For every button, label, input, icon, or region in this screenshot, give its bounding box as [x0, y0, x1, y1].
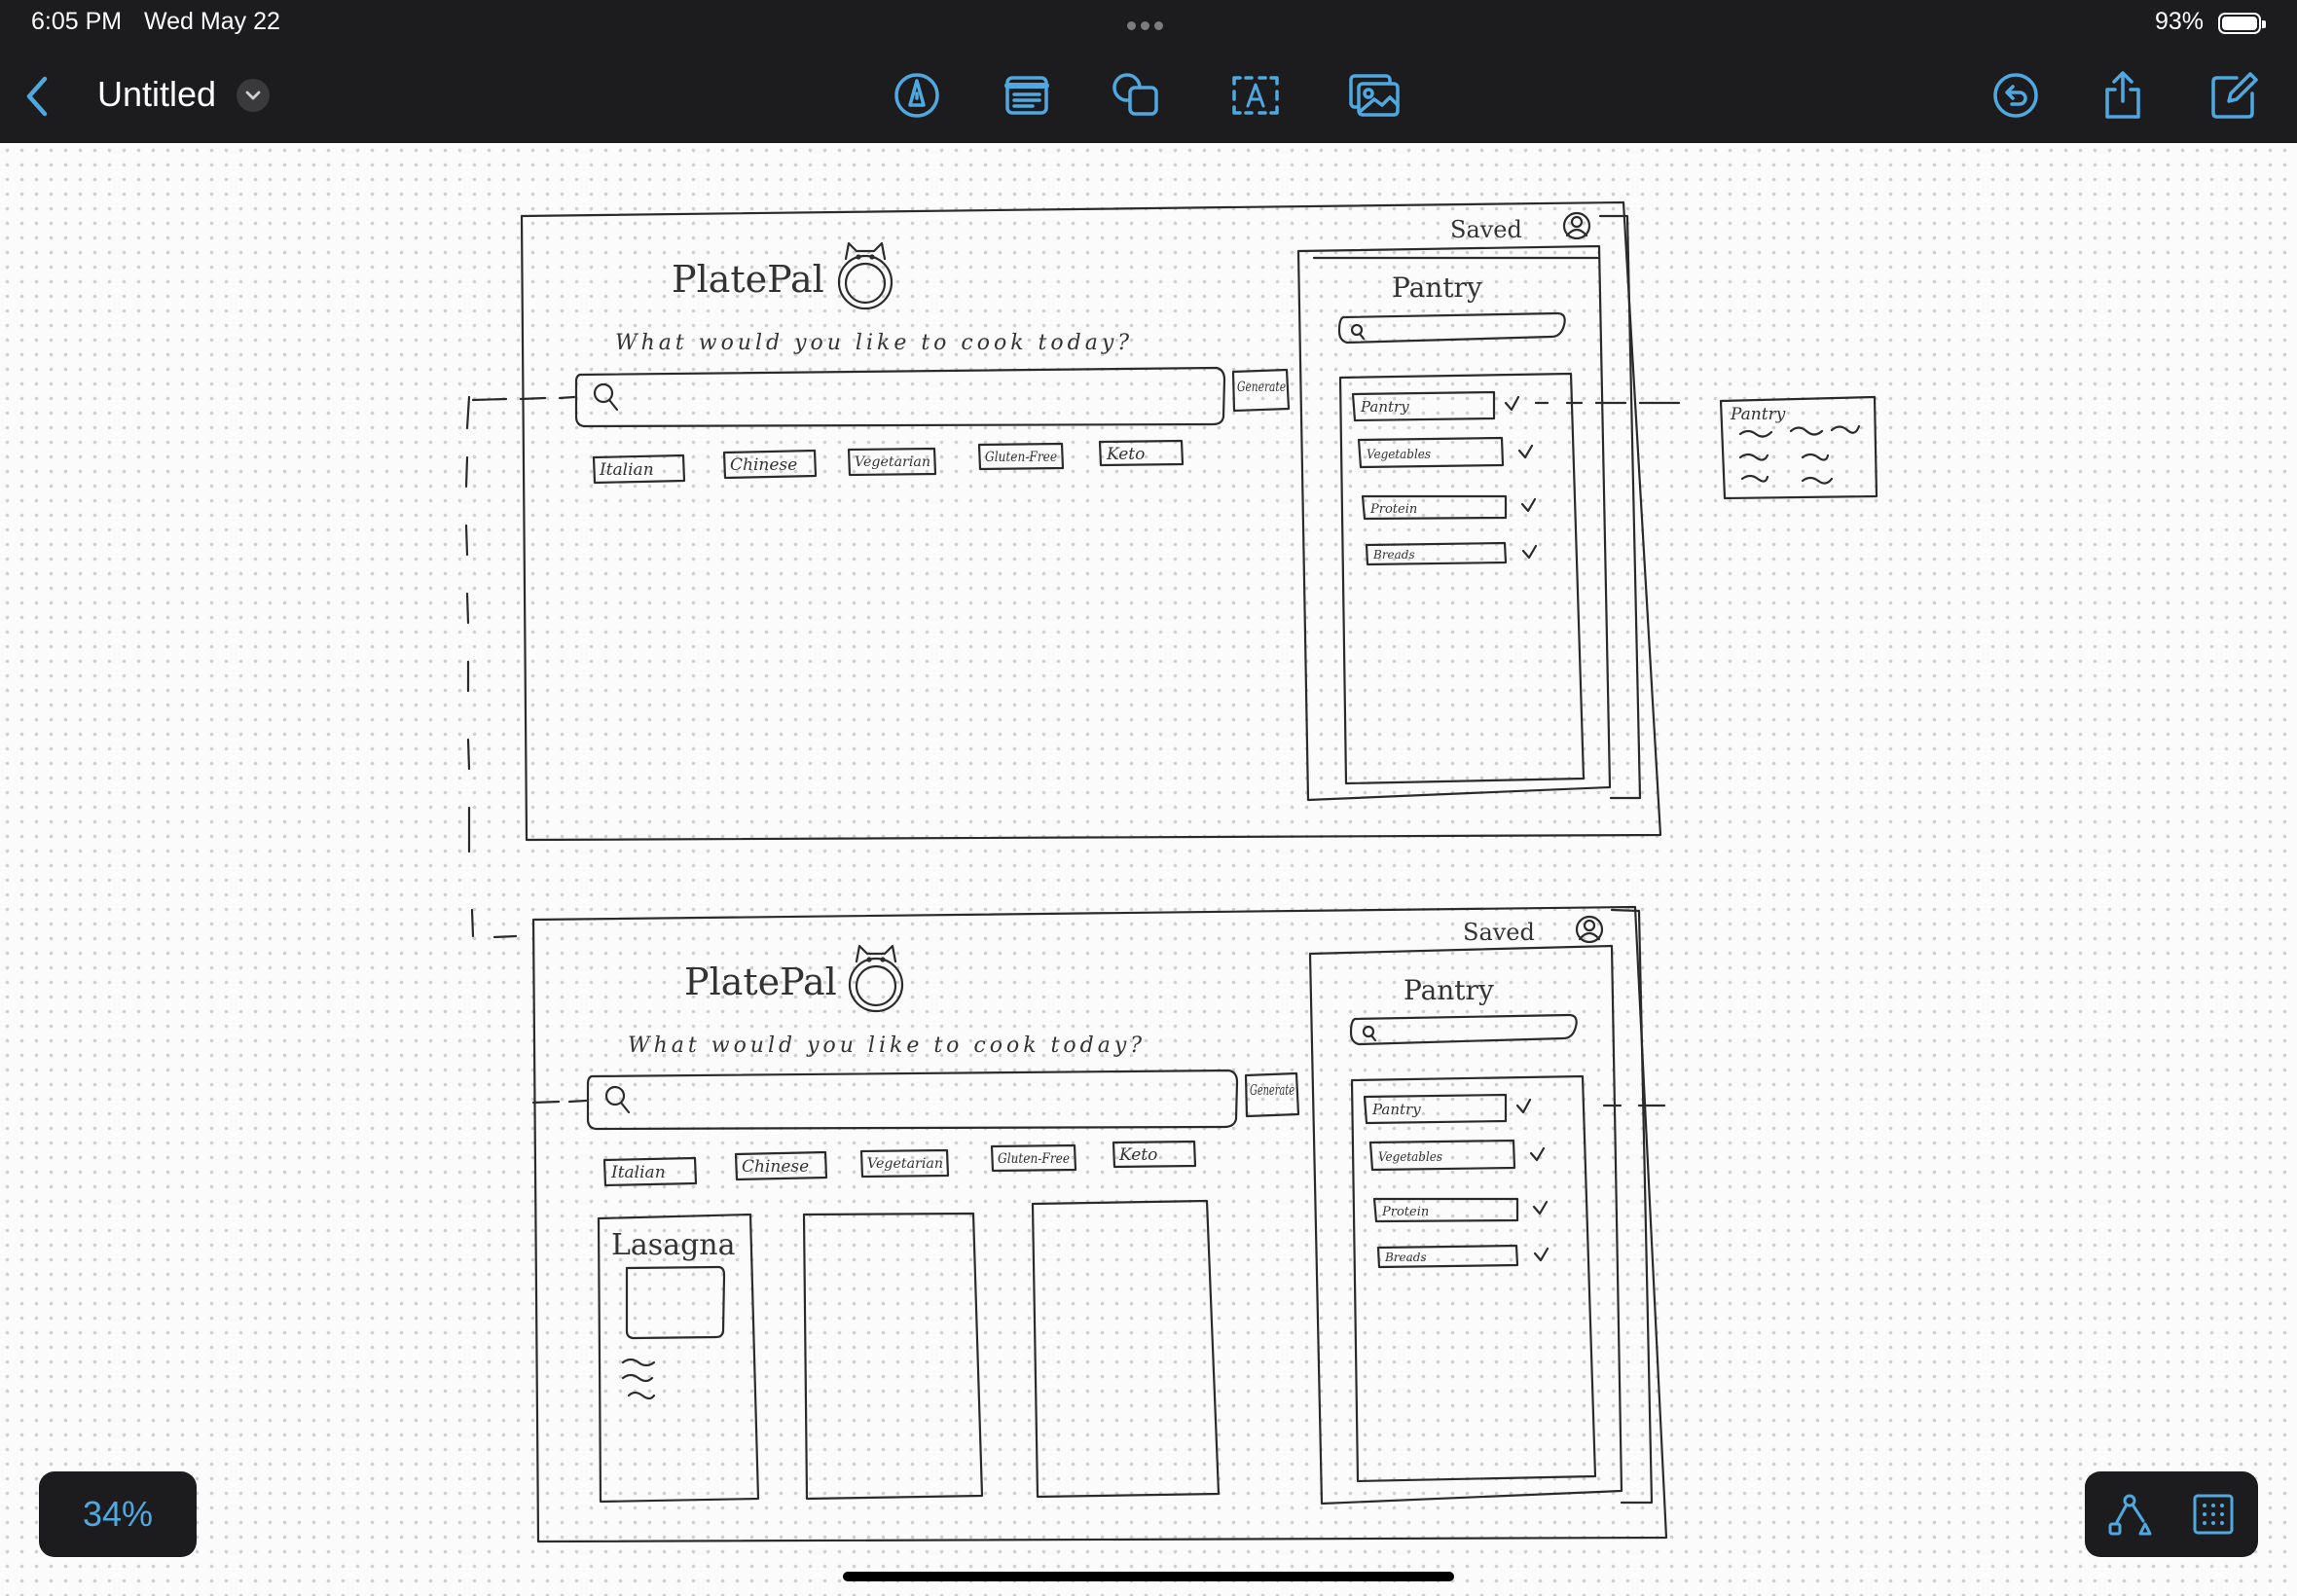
search-bar: [586, 1069, 1239, 1131]
pantry-item-label: Vegetables: [1378, 1150, 1442, 1165]
share-button[interactable]: [2096, 68, 2150, 123]
pantry-item-label: Protein: [1369, 502, 1417, 517]
text-box-icon: [1232, 76, 1279, 115]
pantry-item-label: Pantry: [1371, 1101, 1421, 1118]
wireframe-sketch: Saved PlatePal What would you like to co…: [464, 200, 1878, 1543]
back-button[interactable]: [19, 73, 58, 120]
recipe-card: [1031, 1199, 1221, 1499]
zoom-level-button[interactable]: 34%: [39, 1471, 197, 1557]
recipe-card-title: Lasagna: [611, 1228, 736, 1262]
scribble-lines: [1738, 424, 1861, 485]
chevron-left-icon: [26, 76, 48, 117]
media-button[interactable]: [1347, 68, 1402, 123]
connector-icon: [2108, 1494, 2152, 1536]
pantry-item-label: Vegetables: [1367, 448, 1431, 462]
pantry-search: [1337, 311, 1566, 345]
saved-link: Saved: [1450, 216, 1522, 243]
pantry-item-label: Breads: [1372, 548, 1415, 562]
cuisine-chips: Italian Chinese Vegetarian Gluten-Free K…: [602, 1140, 1197, 1187]
pantry-title: Pantry: [1392, 272, 1482, 304]
chip-label: Gluten-Free: [998, 1151, 1070, 1167]
check-icon: [1533, 1247, 1550, 1262]
check-icon: [1504, 395, 1520, 412]
undo-icon: [1993, 73, 2038, 118]
canvas-tools: [2085, 1471, 2258, 1557]
undo-button[interactable]: [1988, 68, 2043, 123]
shapes-icon: [1112, 73, 1158, 116]
multitasking-dots-icon[interactable]: [1127, 18, 1170, 30]
sticky-note-button[interactable]: [1000, 68, 1054, 123]
pantry-title: Pantry: [1404, 974, 1494, 1006]
generate-label: Generate: [1237, 380, 1286, 395]
pen-tool-button[interactable]: [890, 68, 944, 123]
compose-button[interactable]: [2206, 68, 2260, 123]
recipe-image: [625, 1265, 726, 1340]
document-title[interactable]: Untitled: [97, 74, 216, 115]
note-icon: [1004, 76, 1049, 115]
popup-title: Pantry: [1730, 405, 1786, 424]
pantry-search: [1349, 1013, 1578, 1046]
grid-toggle-button[interactable]: [2188, 1489, 2239, 1540]
shapes-button[interactable]: [1111, 68, 1165, 123]
pantry-item-label: Pantry: [1360, 398, 1409, 416]
pantry-list: [1338, 372, 1586, 785]
chip-label: Keto: [1118, 1145, 1157, 1165]
pantry-item-label: Breads: [1384, 1251, 1427, 1264]
chip-label: Vegetarian: [855, 454, 930, 470]
check-icon: [1520, 497, 1537, 513]
saved-link: Saved: [1463, 919, 1535, 946]
status-time: 6:05 PM: [31, 8, 123, 35]
dashed-guide: [464, 395, 471, 853]
chip-label: Vegetarian: [867, 1156, 943, 1172]
app-name: PlatePal: [684, 961, 837, 1003]
recipe-cards: Lasagna: [597, 1199, 1221, 1504]
status-date: Wed May 22: [144, 8, 280, 35]
top-chrome: 6:05 PM Wed May 22 93% Untitled: [0, 0, 2297, 143]
pantry-list: [1350, 1074, 1597, 1483]
pantry-item-label: Protein: [1381, 1205, 1429, 1219]
pen-icon: [894, 73, 939, 118]
dashed-guide: [470, 908, 518, 939]
text-box-button[interactable]: [1228, 68, 1283, 123]
pantry-sidebar: Pantry Pantry Vegetables Protein Breads: [1308, 908, 1654, 1505]
generate-label: Generate: [1250, 1081, 1294, 1099]
image-icon: [1349, 74, 1400, 117]
chip-label: Chinese: [742, 1157, 809, 1177]
chip-label: Keto: [1106, 445, 1145, 464]
connector-button[interactable]: [2104, 1489, 2155, 1540]
battery-percent: 93%: [2155, 8, 2205, 35]
recipe-card: [802, 1212, 984, 1501]
check-icon: [1529, 1146, 1546, 1162]
compose-icon: [2211, 72, 2258, 119]
chevron-down-icon: [245, 91, 261, 100]
cuisine-chips: Italian Chinese Vegetarian Gluten-Free K…: [592, 439, 1185, 485]
battery-icon: [2218, 13, 2266, 34]
sketch-bottom: Saved PlatePal What would you like to co…: [470, 905, 1668, 1543]
chip-label: Chinese: [730, 455, 797, 475]
pantry-popup: Pantry: [1719, 395, 1878, 500]
share-icon: [2105, 71, 2140, 119]
chip-label: Italian: [599, 460, 654, 480]
app-name: PlatePal: [672, 258, 824, 301]
sketch-top: Saved PlatePal What would you like to co…: [464, 200, 1878, 853]
check-icon: [1521, 544, 1538, 560]
dashed-connector: [531, 1099, 588, 1105]
home-indicator: [843, 1572, 1454, 1581]
check-icon: [1532, 1200, 1549, 1215]
grid-icon: [2193, 1494, 2234, 1535]
search-bar: [574, 366, 1226, 428]
cat-logo-icon: [837, 241, 893, 310]
chip-label: Italian: [610, 1163, 666, 1182]
freeform-app: Saved PlatePal What would you like to co…: [0, 0, 2297, 1596]
pantry-sidebar: Pantry Pantry Vegetables Protein Breads: [1296, 214, 1642, 802]
chip-label: Gluten-Free: [985, 450, 1057, 465]
cook-prompt: What would you like to cook today?: [628, 1034, 1146, 1058]
scribble-lines: [621, 1358, 656, 1400]
cook-prompt: What would you like to cook today?: [615, 331, 1133, 355]
cat-logo-icon: [848, 944, 904, 1013]
title-menu-button[interactable]: [237, 79, 270, 112]
check-icon: [1517, 444, 1534, 459]
check-icon: [1515, 1098, 1532, 1114]
